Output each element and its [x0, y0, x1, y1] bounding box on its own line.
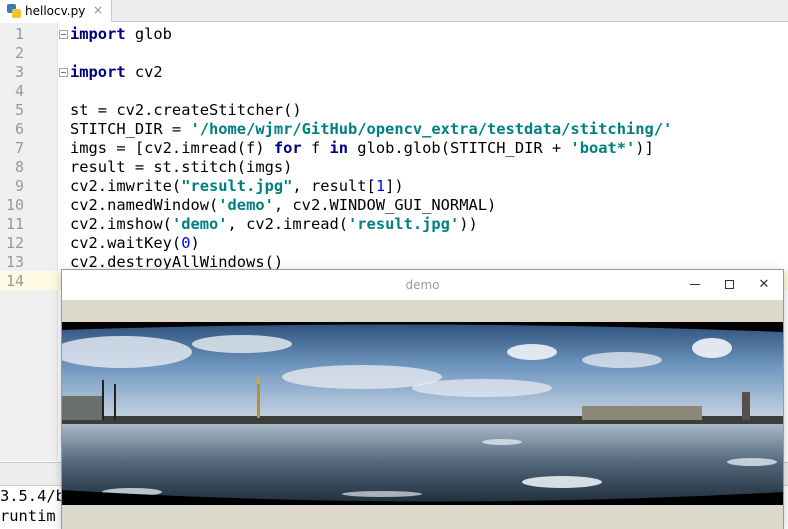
- code-line: STITCH_DIR = '/home/wjmr/GitHub/opencv_e…: [70, 120, 673, 138]
- close-icon: ✕: [758, 277, 770, 292]
- code-line: cv2.imshow('demo', cv2.imread('result.jp…: [70, 215, 478, 233]
- line-number: 2: [14, 44, 24, 62]
- opencv-demo-window[interactable]: demo ✕: [62, 270, 783, 529]
- line-number: 13: [5, 253, 24, 271]
- line-number: 10: [5, 196, 24, 214]
- code-line: import glob: [70, 25, 172, 43]
- code-line: cv2.namedWindow('demo', cv2.WINDOW_GUI_N…: [70, 196, 497, 214]
- file-tab-hellocv[interactable]: hellocv.py ×: [0, 0, 112, 22]
- window-title-bar[interactable]: demo ✕: [62, 270, 783, 300]
- console-output-line: runtim: [0, 507, 56, 525]
- minimize-icon: [690, 284, 700, 285]
- code-line: imgs = [cv2.imread(f) for f in glob.glob…: [70, 139, 654, 157]
- maximize-button[interactable]: [712, 270, 746, 300]
- code-line: result = st.stitch(imgs): [70, 158, 293, 176]
- python-file-icon: [7, 4, 21, 18]
- line-number: 11: [5, 215, 24, 233]
- minimize-button[interactable]: [678, 270, 712, 300]
- code-line: st = cv2.createStitcher(): [70, 101, 302, 119]
- line-number: 3: [14, 63, 24, 81]
- line-number: 4: [14, 82, 24, 100]
- maximize-icon: [724, 280, 734, 289]
- editor-tab-bar: hellocv.py ×: [0, 0, 788, 22]
- fold-marker-icon[interactable]: [59, 68, 68, 77]
- code-line: import cv2: [70, 63, 163, 81]
- line-number: 6: [14, 120, 24, 138]
- close-window-button[interactable]: ✕: [747, 270, 781, 300]
- line-number: 8: [14, 158, 24, 176]
- line-number: 1: [14, 25, 24, 43]
- code-line: cv2.imwrite("result.jpg", result[1]): [70, 177, 404, 195]
- close-tab-icon[interactable]: ×: [93, 3, 103, 17]
- console-output-line: 3.5.4/b: [0, 487, 65, 505]
- line-number: 14: [5, 272, 24, 290]
- line-number: 7: [14, 139, 24, 157]
- window-title: demo: [405, 278, 440, 292]
- line-number: 5: [14, 101, 24, 119]
- line-number: 12: [5, 234, 24, 252]
- fold-marker-icon[interactable]: [59, 30, 68, 39]
- line-number: 9: [14, 177, 24, 195]
- window-toolbar-strip: [62, 300, 783, 322]
- file-tab-label: hellocv.py: [25, 4, 86, 18]
- code-line: cv2.waitKey(0): [70, 234, 200, 252]
- stitched-panorama-image: [62, 322, 783, 505]
